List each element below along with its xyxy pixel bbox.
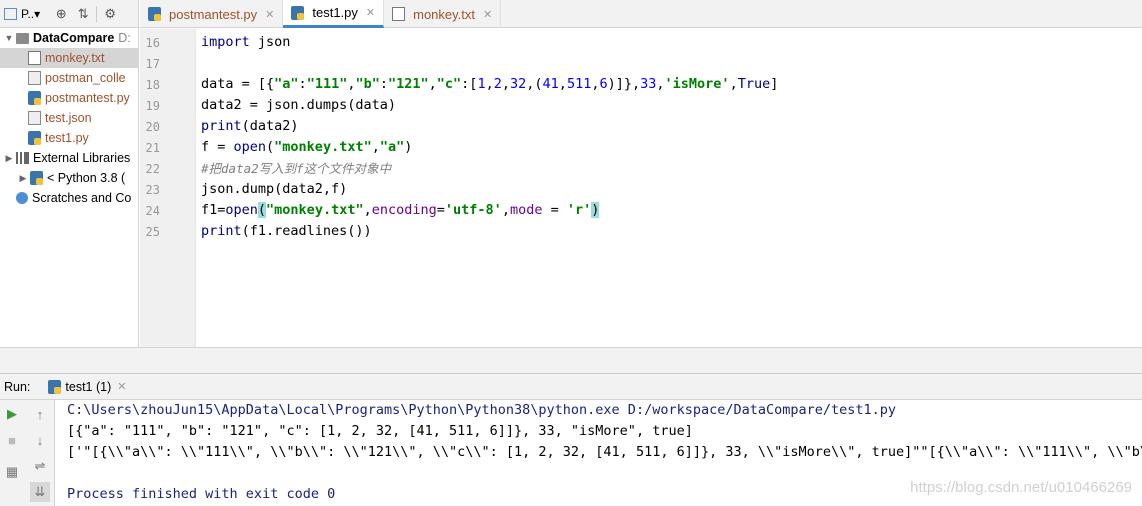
python-icon [30,171,43,185]
json-file-icon [28,111,41,125]
project-view-icon[interactable] [4,7,17,20]
tree-item[interactable]: monkey.txt [0,48,138,68]
line-number: 22 [145,162,160,176]
tree-item[interactable]: test.json [0,108,138,128]
tree-item[interactable]: postmantest.py [0,88,138,108]
library-icon [16,152,29,164]
tab-test1[interactable]: test1.py ✕ [283,0,385,28]
locate-target-icon[interactable]: ⊕ [52,5,70,23]
tree-item-label: test.json [45,111,92,125]
line-number-gutter: 16 17 18 19 20 21 22 23 24 25 [140,29,196,347]
tree-item[interactable]: ▼ DataCompare D: [0,28,138,48]
watermark: https://blog.csdn.net/u010466269 [910,479,1132,496]
tree-item-label: Scratches and Co [32,191,132,205]
line-number: 16 [145,36,160,50]
stop-icon[interactable]: ■ [2,430,22,450]
close-icon[interactable]: ✕ [483,8,492,21]
code-line: f = open("monkey.txt","a") [201,139,413,155]
code-line: f1=open("monkey.txt",encoding='utf-8',mo… [201,202,600,218]
project-toolbar: P..▾ ⊕ ⇅ ⚙ [0,0,138,28]
json-file-icon [28,71,41,85]
tree-item-path: D: [118,31,131,45]
tab-label: monkey.txt [413,6,476,22]
chevron-right-icon[interactable]: ▶ [16,173,30,184]
code-line: print(data2) [201,118,299,134]
chevron-down-icon[interactable]: ▼ [2,33,16,43]
code-line: import json [201,34,291,50]
line-number: 25 [145,225,160,239]
tree-item-label: monkey.txt [45,51,105,65]
line-number: 19 [145,99,160,113]
line-number: 24 [145,204,160,218]
scroll-up-icon[interactable]: ↑ [30,404,50,424]
close-icon[interactable]: ✕ [265,8,274,21]
console-line: Process finished with exit code 0 [67,486,336,502]
text-file-icon [28,51,41,65]
tree-item[interactable]: ▶ External Libraries [0,148,138,168]
tree-item-label: External Libraries [33,151,131,165]
console-line: ['"[{\\"a\\": \\"111\\", \\"b\\": \\"121… [67,444,1142,460]
tree-item-label: DataCompare [33,31,115,45]
line-number: 21 [145,141,160,155]
tree-item[interactable]: Scratches and Co [0,188,138,208]
code-editor[interactable]: import json data = [{"a":"111","b":"121"… [197,29,1142,347]
tree-item[interactable]: ▶ < Python 3.8 ( [0,168,138,188]
rerun-play-icon[interactable]: ▶ [2,404,22,424]
tab-postmantest[interactable]: postmantest.py ✕ [140,0,284,28]
tree-item-label: postmantest.py [45,91,130,105]
soft-wrap-icon[interactable]: ⇌ [30,456,50,476]
close-icon[interactable]: ✕ [366,6,375,19]
python-file-icon [148,7,161,21]
scroll-down-icon[interactable]: ↓ [30,430,50,450]
code-line: data = [{"a":"111","b":"121","c":[1,2,32… [201,76,779,92]
tab-label: test1.py [312,5,358,20]
code-line: print(f1.readlines()) [201,223,372,239]
tree-item-label: < Python 3.8 ( [47,171,126,185]
python-file-icon [291,5,305,20]
scroll-to-end-icon[interactable]: ⇊ [30,482,50,502]
tree-item-label: postman_colle [45,71,126,85]
close-icon[interactable]: ✕ [117,380,126,393]
scratches-icon [16,192,28,204]
editor-tabs: postmantest.py ✕ test1.py ✕ monkey.txt ✕ [140,0,1142,28]
run-tab-label[interactable]: test1 (1) [65,380,111,394]
code-line: data2 = json.dumps(data) [201,97,397,113]
chevron-right-icon[interactable]: ▶ [2,153,16,164]
run-tool-bar: Run: test1 (1) ✕ [0,373,1142,400]
project-tree: ▼ DataCompare D: monkey.txt postman_collepos… [0,28,138,208]
python-file-icon [28,91,41,105]
tree-item-label: test1.py [45,131,89,145]
python-run-icon [48,379,62,394]
tab-monkey[interactable]: monkey.txt ✕ [384,0,502,28]
run-label: Run: [4,379,31,394]
tree-item[interactable]: postman_colle [0,68,138,88]
line-number: 17 [145,57,160,71]
tree-item[interactable]: test1.py [0,128,138,148]
code-comment: #把data2写入到f这个文件对象中 [201,161,392,176]
python-file-icon [28,131,41,145]
console-line: [{"a": "111", "b": "121", "c": [1, 2, 32… [67,423,693,439]
line-number: 23 [145,183,160,197]
collapse-all-icon[interactable]: ⇅ [74,5,92,23]
line-number: 20 [145,120,160,134]
tab-label: postmantest.py [169,6,258,22]
folder-icon [16,32,29,44]
project-panel: P..▾ ⊕ ⇅ ⚙ ▼ DataCompare D: monkey.txt postm… [0,0,139,372]
console-line: C:\Users\zhouJun15\AppData\Local\Program… [67,402,897,418]
run-toolbar: ▶ ↑ ■ ↓ ▦ ⇌ ⇊ [0,400,55,506]
layout-icon[interactable]: ▦ [2,462,22,482]
text-file-icon [392,7,406,21]
code-line: json.dump(data2,f) [201,181,348,197]
project-view-selector[interactable]: P..▾ [21,7,40,21]
line-number: 18 [145,78,160,92]
settings-gear-icon[interactable]: ⚙ [101,5,119,23]
panel-splitter[interactable] [0,347,1142,373]
